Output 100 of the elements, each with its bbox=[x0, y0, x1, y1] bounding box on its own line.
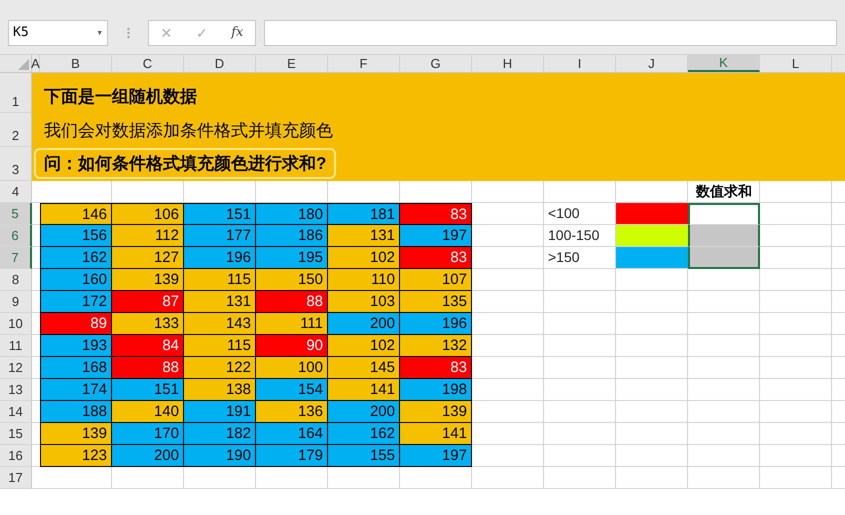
grip-icon bbox=[126, 27, 130, 39]
table-cell: 156 bbox=[40, 225, 112, 247]
column-header[interactable]: F bbox=[328, 55, 400, 72]
table-cell: 190 bbox=[184, 445, 256, 467]
question-box: 问：如何条件格式填充颜色进行求和? bbox=[34, 148, 336, 179]
table-cell: 106 bbox=[112, 203, 184, 225]
column-header[interactable]: C bbox=[112, 55, 184, 72]
table-cell: 143 bbox=[184, 313, 256, 335]
column-header[interactable]: B bbox=[40, 55, 112, 72]
table-cell: 131 bbox=[184, 291, 256, 313]
range-label: 100-150 bbox=[547, 226, 600, 245]
row-header[interactable]: 3 bbox=[0, 147, 32, 181]
table-cell: 181 bbox=[328, 203, 400, 225]
table-cell: 133 bbox=[112, 313, 184, 335]
table-cell: 180 bbox=[256, 203, 328, 225]
table-cell: 138 bbox=[184, 379, 256, 401]
row-header[interactable]: 15 bbox=[0, 423, 32, 445]
table-cell: 136 bbox=[256, 401, 328, 423]
table-cell: 107 bbox=[400, 269, 472, 291]
column-header[interactable]: I bbox=[544, 55, 616, 72]
table-cell: 160 bbox=[40, 269, 112, 291]
range-label: >150 bbox=[547, 248, 581, 267]
table-cell: 162 bbox=[328, 423, 400, 445]
row-header[interactable]: 10 bbox=[0, 313, 32, 335]
row-header[interactable]: 11 bbox=[0, 335, 32, 357]
column-header[interactable]: K bbox=[688, 55, 760, 72]
row-header[interactable]: 1 bbox=[0, 73, 32, 113]
table-cell: 151 bbox=[112, 379, 184, 401]
table-cell: 140 bbox=[112, 401, 184, 423]
table-cell: 200 bbox=[112, 445, 184, 467]
row-header[interactable]: 8 bbox=[0, 269, 32, 291]
row-header[interactable]: 4 bbox=[0, 181, 32, 203]
table-cell: 200 bbox=[328, 313, 400, 335]
table-cell: 110 bbox=[328, 269, 400, 291]
table-cell: 84 bbox=[112, 335, 184, 357]
dropdown-caret-icon[interactable]: ▾ bbox=[96, 24, 103, 42]
table-cell: 196 bbox=[400, 313, 472, 335]
column-header[interactable]: H bbox=[472, 55, 544, 72]
table-cell: 193 bbox=[40, 335, 112, 357]
insert-function-button[interactable]: fx bbox=[231, 23, 244, 43]
table-cell: 155 bbox=[328, 445, 400, 467]
table-cell: 141 bbox=[328, 379, 400, 401]
column-header[interactable]: G bbox=[400, 55, 472, 72]
table-cell: 100 bbox=[256, 357, 328, 379]
table-cell: 191 bbox=[184, 401, 256, 423]
sum-cell[interactable] bbox=[688, 247, 760, 269]
row-header[interactable]: 5 bbox=[0, 203, 32, 225]
table-cell: 186 bbox=[256, 225, 328, 247]
table-cell: 89 bbox=[40, 313, 112, 335]
row-header[interactable]: 7 bbox=[0, 247, 32, 269]
column-header[interactable]: L bbox=[760, 55, 832, 72]
table-cell: 135 bbox=[400, 291, 472, 313]
table-cell: 87 bbox=[112, 291, 184, 313]
table-cell: 150 bbox=[256, 269, 328, 291]
column-header[interactable]: A bbox=[32, 55, 40, 72]
table-cell: 139 bbox=[40, 423, 112, 445]
table-cell: 141 bbox=[400, 423, 472, 445]
table-cell: 177 bbox=[184, 225, 256, 247]
table-cell: 174 bbox=[40, 379, 112, 401]
table-cell: 83 bbox=[400, 203, 472, 225]
row-header[interactable]: 9 bbox=[0, 291, 32, 313]
table-cell: 197 bbox=[400, 445, 472, 467]
table-cell: 127 bbox=[112, 247, 184, 269]
table-cell: 145 bbox=[328, 357, 400, 379]
name-box[interactable]: K5 ▾ bbox=[8, 20, 108, 46]
row-header[interactable]: 12 bbox=[0, 357, 32, 379]
table-cell: 197 bbox=[400, 225, 472, 247]
table-cell: 115 bbox=[184, 335, 256, 357]
row-header[interactable]: 17 bbox=[0, 467, 32, 489]
sum-cell[interactable] bbox=[688, 203, 760, 225]
row-header[interactable]: 6 bbox=[0, 225, 32, 247]
row-header[interactable]: 16 bbox=[0, 445, 32, 467]
table-cell: 200 bbox=[328, 401, 400, 423]
table-cell: 102 bbox=[328, 247, 400, 269]
column-title: 数值求和 bbox=[694, 182, 753, 201]
table-cell: 182 bbox=[184, 423, 256, 445]
table-cell: 196 bbox=[184, 247, 256, 269]
table-cell: 131 bbox=[328, 225, 400, 247]
banner-text: 我们会对数据添加条件格式并填充颜色 bbox=[44, 120, 333, 142]
table-cell: 88 bbox=[256, 291, 328, 313]
column-header[interactable]: D bbox=[184, 55, 256, 72]
table-cell: 122 bbox=[184, 357, 256, 379]
table-cell: 139 bbox=[112, 269, 184, 291]
range-label: <100 bbox=[547, 204, 581, 223]
table-cell: 168 bbox=[40, 357, 112, 379]
row-header[interactable]: 13 bbox=[0, 379, 32, 401]
table-cell: 188 bbox=[40, 401, 112, 423]
table-cell: 151 bbox=[184, 203, 256, 225]
formula-input[interactable] bbox=[264, 20, 837, 46]
row-header[interactable]: 2 bbox=[0, 113, 32, 147]
table-cell: 83 bbox=[400, 247, 472, 269]
sum-cell[interactable] bbox=[688, 225, 760, 247]
column-header[interactable]: E bbox=[256, 55, 328, 72]
table-cell: 172 bbox=[40, 291, 112, 313]
row-header[interactable]: 14 bbox=[0, 401, 32, 423]
table-cell: 154 bbox=[256, 379, 328, 401]
table-cell: 146 bbox=[40, 203, 112, 225]
table-cell: 164 bbox=[256, 423, 328, 445]
table-cell: 162 bbox=[40, 247, 112, 269]
table-cell: 132 bbox=[400, 335, 472, 357]
